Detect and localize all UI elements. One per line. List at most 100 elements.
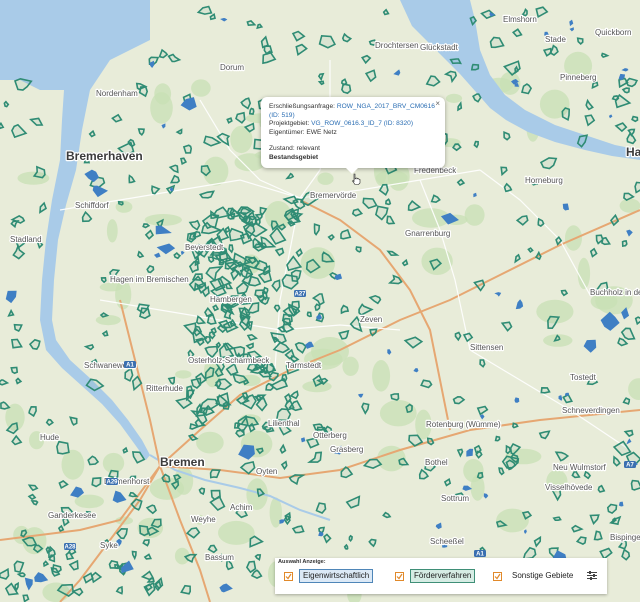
foerderverfahren-area[interactable] [341,83,352,95]
foerderverfahren-area[interactable] [621,240,628,248]
legend-item-sonstige-gebiete[interactable]: Sonstige Gebiete [493,569,577,583]
foerderverfahren-area[interactable] [14,581,19,591]
foerderverfahren-area[interactable] [139,524,150,537]
foerderverfahren-area[interactable] [505,444,512,455]
foerderverfahren-area[interactable] [494,435,501,442]
eigenwirtschaftlich-area[interactable] [562,203,570,211]
foerderverfahren-area[interactable] [560,289,569,297]
foerderverfahren-area[interactable] [22,594,30,602]
foerderverfahren-area[interactable] [248,107,255,115]
foerderverfahren-area[interactable] [552,516,562,522]
foerderverfahren-area[interactable] [634,316,640,326]
foerderverfahren-area[interactable] [621,87,630,94]
foerderverfahren-area[interactable] [56,440,70,455]
foerderverfahren-area[interactable] [265,382,274,391]
foerderverfahren-area[interactable] [630,479,640,491]
foerderverfahren-area[interactable] [348,534,353,543]
checkbox-sonstige-gebiete[interactable] [493,571,502,581]
foerderverfahren-area[interactable] [122,446,129,454]
foerderverfahren-area[interactable] [473,140,479,149]
project-link[interactable]: VG_ROW_0616.3_ID_7 (ID: 8320) [311,120,413,127]
foerderverfahren-area[interactable] [340,304,350,315]
foerderverfahren-area[interactable] [254,289,265,299]
foerderverfahren-area[interactable] [142,223,151,229]
legend-item-foerderverfahren[interactable]: Förderverfahren [395,569,476,583]
foerderverfahren-area[interactable] [503,130,511,141]
foerderverfahren-area[interactable] [390,393,400,401]
foerderverfahren-area[interactable] [190,377,202,389]
foerderverfahren-area[interactable] [385,198,392,206]
foerderverfahren-area[interactable] [161,473,171,483]
foerderverfahren-area[interactable] [281,313,293,325]
foerderverfahren-area[interactable] [48,554,56,563]
foerderverfahren-area[interactable] [91,477,102,488]
foerderverfahren-area[interactable] [146,264,155,274]
foerderverfahren-area[interactable] [479,359,486,368]
foerderverfahren-area[interactable] [28,405,37,418]
foerderverfahren-area[interactable] [263,286,269,295]
foerderverfahren-area[interactable] [521,83,533,95]
foerderverfahren-area[interactable] [631,115,639,123]
eigenwirtschaftlich-area[interactable] [514,397,520,403]
foerderverfahren-area[interactable] [312,423,325,431]
foerderverfahren-area[interactable] [634,181,640,194]
checkbox-eigenwirtschaftlich[interactable] [284,571,293,581]
foerderverfahren-area[interactable] [226,117,233,124]
foerderverfahren-area[interactable] [256,23,264,30]
eigenwirtschaftlich-area[interactable] [565,392,569,396]
eigenwirtschaftlich-area[interactable] [473,192,477,198]
foerderverfahren-area[interactable] [343,543,349,550]
foerderverfahren-area[interactable] [476,471,484,480]
eigenwirtschaftlich-area[interactable] [169,187,174,192]
foerderverfahren-area[interactable] [405,403,413,414]
eigenwirtschaftlich-area[interactable] [318,531,324,537]
foerderverfahren-area[interactable] [154,580,162,592]
foerderverfahren-area[interactable] [420,379,433,389]
foerderverfahren-area[interactable] [108,559,119,570]
foerderverfahren-area[interactable] [540,386,551,394]
foerderverfahren-area[interactable] [593,530,603,541]
foerderverfahren-area[interactable] [241,391,249,401]
foerderverfahren-area[interactable] [117,200,124,206]
legend-item-eigenwirtschaftlich[interactable]: Eigenwirtschaftlich [284,569,374,583]
foerderverfahren-area[interactable] [204,335,212,345]
foerderverfahren-area[interactable] [338,329,350,340]
eigenwirtschaftlich-area[interactable] [514,83,520,87]
foerderverfahren-area[interactable] [228,244,234,254]
foerderverfahren-area[interactable] [235,428,245,438]
foerderverfahren-area[interactable] [57,524,65,533]
foerderverfahren-area[interactable] [207,256,215,264]
foerderverfahren-area[interactable] [426,437,435,446]
eigenwirtschaftlich-area[interactable] [300,437,306,443]
foerderverfahren-area[interactable] [255,218,261,227]
foerderverfahren-area[interactable] [215,341,222,349]
foerderverfahren-area[interactable] [561,107,571,122]
foerderverfahren-area[interactable] [180,157,188,165]
close-icon[interactable]: × [435,99,440,109]
foerderverfahren-area[interactable] [192,230,202,238]
checkbox-foerderverfahren[interactable] [395,571,404,581]
foerderverfahren-area[interactable] [243,266,251,273]
foerderverfahren-area[interactable] [16,572,26,578]
foerderverfahren-area[interactable] [191,273,204,281]
eigenwirtschaftlich-area[interactable] [618,501,624,507]
foerderverfahren-area[interactable] [210,327,217,336]
foerderverfahren-area[interactable] [512,422,519,429]
foerderverfahren-area[interactable] [242,379,250,386]
foerderverfahren-area[interactable] [470,63,480,71]
map-canvas[interactable]: Bremerhaven Bremen Bremervörde Stade Otterbe… [0,0,640,602]
foerderverfahren-area[interactable] [355,246,362,253]
foerderverfahren-area[interactable] [198,487,206,496]
foerderverfahren-area[interactable] [232,345,246,358]
foerderverfahren-area[interactable] [182,144,193,154]
foerderverfahren-area[interactable] [10,366,19,375]
foerderverfahren-area[interactable] [51,563,62,574]
foerderverfahren-area[interactable] [527,247,534,253]
foerderverfahren-area[interactable] [449,58,462,65]
foerderverfahren-area[interactable] [281,373,288,383]
foerderverfahren-area[interactable] [224,225,231,234]
foerderverfahren-area[interactable] [306,311,312,318]
foerderverfahren-area[interactable] [340,228,352,240]
foerderverfahren-area[interactable] [314,303,321,311]
sliders-icon[interactable] [587,571,597,580]
